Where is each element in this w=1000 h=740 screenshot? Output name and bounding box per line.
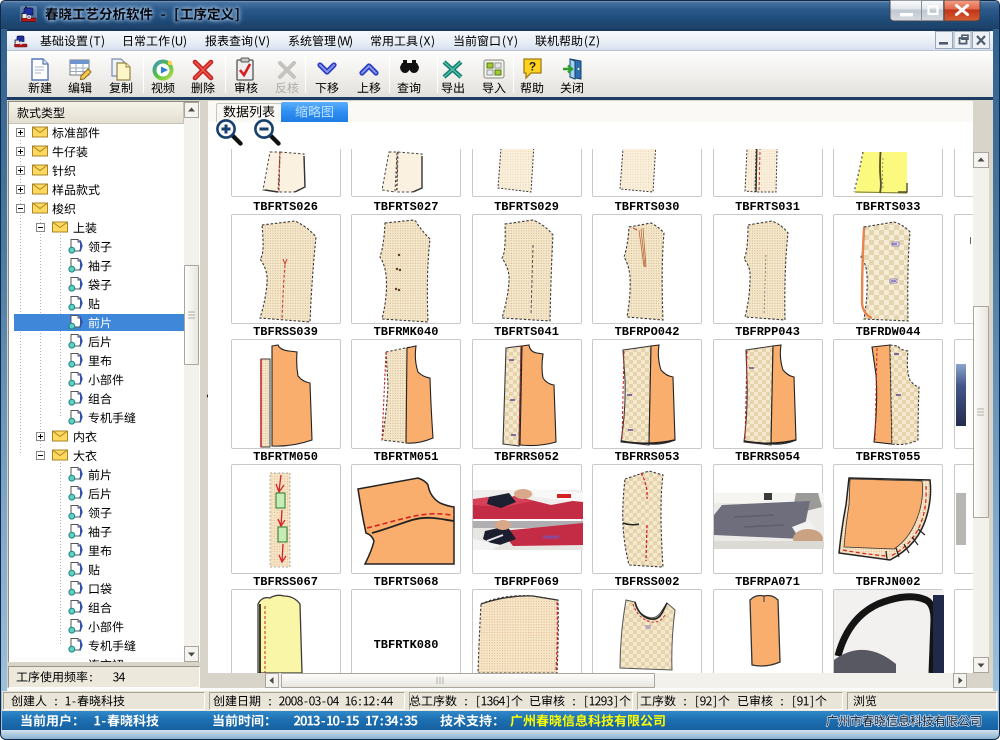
svg-text:?: ? — [529, 60, 536, 74]
